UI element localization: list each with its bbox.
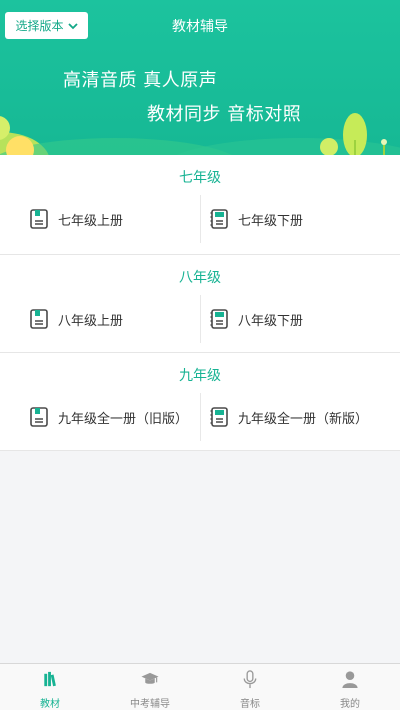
nav-label: 我的 xyxy=(340,699,360,710)
notebook-icon xyxy=(210,209,228,229)
grade-section-7: 七年级 七年级上册 七年级下册 xyxy=(0,155,400,255)
grade-section-9: 九年级 九年级全一册（旧版） 九年级全一册（新版） xyxy=(0,353,400,451)
book-item-7-lower[interactable]: 七年级下册 xyxy=(200,195,400,243)
nav-item-mine[interactable]: 我的 xyxy=(300,664,400,710)
header-banner: 选择版本 教材辅导 高清音质 真人原声 教材同步 音标对照 xyxy=(0,0,400,155)
book-label: 八年级下册 xyxy=(238,313,304,329)
book-icon xyxy=(30,309,48,329)
slogan-line-2: 教材同步 音标对照 xyxy=(147,104,302,125)
page-title: 教材辅导 xyxy=(172,19,228,35)
grade-title: 七年级 xyxy=(179,170,221,186)
microphone-icon xyxy=(243,670,257,689)
book-icon xyxy=(30,209,48,229)
book-row: 八年级上册 八年级下册 xyxy=(0,295,400,343)
bottom-nav: 教材 中考辅导 音标 我的 xyxy=(0,663,400,710)
nav-item-phonetics[interactable]: 音标 xyxy=(200,664,300,710)
grade-title: 八年级 xyxy=(179,270,221,286)
book-label: 八年级上册 xyxy=(58,313,124,329)
book-row: 七年级上册 七年级下册 xyxy=(0,195,400,243)
book-row: 九年级全一册（旧版） 九年级全一册（新版） xyxy=(0,393,400,441)
graduation-cap-icon xyxy=(141,672,159,684)
nav-item-textbook[interactable]: 教材 xyxy=(0,664,100,710)
book-label: 九年级全一册（旧版） xyxy=(58,411,189,427)
person-icon xyxy=(342,671,358,689)
book-item-9-new[interactable]: 九年级全一册（新版） xyxy=(200,393,400,441)
book-label: 七年级下册 xyxy=(238,213,304,229)
book-item-7-upper[interactable]: 七年级上册 xyxy=(0,195,200,243)
notebook-icon xyxy=(210,309,228,329)
book-item-8-lower[interactable]: 八年级下册 xyxy=(200,295,400,343)
book-label: 九年级全一册（新版） xyxy=(238,411,369,427)
grade-section-8: 八年级 八年级上册 八年级下册 xyxy=(0,255,400,353)
nav-label: 中考辅导 xyxy=(130,699,170,710)
book-label: 七年级上册 xyxy=(58,213,124,229)
textbook-list: 七年级 七年级上册 七年级下册 八年级 八年级上册 八年级下册 九年级 九年级全… xyxy=(0,155,400,451)
book-item-9-old[interactable]: 九年级全一册（旧版） xyxy=(0,393,200,441)
nav-item-exam-tutoring[interactable]: 中考辅导 xyxy=(100,664,200,710)
nav-label: 教材 xyxy=(40,699,60,710)
slogan-line-1: 高清音质 真人原声 xyxy=(63,70,218,91)
notebook-icon xyxy=(210,407,228,427)
book-item-8-upper[interactable]: 八年级上册 xyxy=(0,295,200,343)
grade-title: 九年级 xyxy=(179,368,221,384)
books-icon xyxy=(44,671,56,687)
book-icon xyxy=(30,407,48,427)
nav-label: 音标 xyxy=(240,699,260,710)
